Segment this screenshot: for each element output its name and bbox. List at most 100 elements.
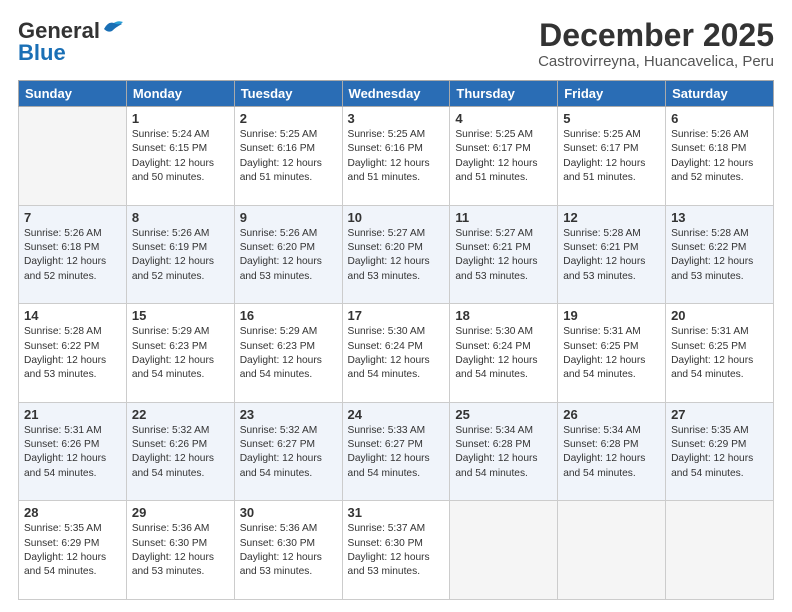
day-number: 24 — [348, 407, 445, 422]
table-row: 21 Sunrise: 5:31 AM Sunset: 6:26 PM Dayli… — [19, 402, 127, 501]
day-number: 26 — [563, 407, 660, 422]
day-number: 5 — [563, 111, 660, 126]
table-row: 8 Sunrise: 5:26 AM Sunset: 6:19 PM Daylig… — [126, 205, 234, 304]
table-row: 26 Sunrise: 5:34 AM Sunset: 6:28 PM Dayli… — [558, 402, 666, 501]
table-row: 23Sunrise: 5:32 AM Sunset: 6:27 PM Dayli… — [234, 402, 342, 501]
title-block: December 2025 Castrovirreyna, Huancaveli… — [538, 18, 774, 70]
day-number: 22 — [132, 407, 229, 422]
cell-detail: Sunrise: 5:27 AM Sunset: 6:21 PM Dayligh… — [455, 227, 552, 284]
day-number: 20 — [671, 308, 768, 323]
month-title: December 2025 — [538, 18, 774, 53]
cell-detail: Sunrise: 5:28 AM Sunset: 6:22 PM Dayligh… — [24, 325, 121, 382]
table-row: 20Sunrise: 5:31 AM Sunset: 6:25 PM Dayli… — [666, 304, 774, 403]
table-row: 15 Sunrise: 5:29 AM Sunset: 6:23 PM Dayli… — [126, 304, 234, 403]
day-number: 18 — [455, 308, 552, 323]
col-monday: Monday — [126, 81, 234, 107]
table-row: 14 Sunrise: 5:28 AM Sunset: 6:22 PM Dayli… — [19, 304, 127, 403]
cell-detail: Sunrise: 5:25 AM Sunset: 6:16 PM Dayligh… — [348, 128, 445, 185]
col-wednesday: Wednesday — [342, 81, 450, 107]
cell-detail: Sunrise: 5:37 AM Sunset: 6:30 PM Dayligh… — [348, 522, 445, 579]
col-thursday: Thursday — [450, 81, 558, 107]
day-number: 16 — [240, 308, 337, 323]
cell-detail: Sunrise: 5:35 AM Sunset: 6:29 PM Dayligh… — [671, 424, 768, 481]
table-row — [19, 107, 127, 206]
cell-detail: Sunrise: 5:26 AM Sunset: 6:18 PM Dayligh… — [671, 128, 768, 185]
table-row: 9 Sunrise: 5:26 AM Sunset: 6:20 PM Daylig… — [234, 205, 342, 304]
cell-detail: Sunrise: 5:31 AM Sunset: 6:26 PM Dayligh… — [24, 424, 121, 481]
table-row: 5 Sunrise: 5:25 AM Sunset: 6:17 PM Daylig… — [558, 107, 666, 206]
table-row: 12Sunrise: 5:28 AM Sunset: 6:21 PM Dayli… — [558, 205, 666, 304]
cell-detail: Sunrise: 5:27 AM Sunset: 6:20 PM Dayligh… — [348, 227, 445, 284]
table-row: 27 Sunrise: 5:35 AM Sunset: 6:29 PM Dayli… — [666, 402, 774, 501]
cell-detail: Sunrise: 5:26 AM Sunset: 6:19 PM Dayligh… — [132, 227, 229, 284]
day-number: 28 — [24, 505, 121, 520]
day-number: 25 — [455, 407, 552, 422]
cell-detail: Sunrise: 5:25 AM Sunset: 6:16 PM Dayligh… — [240, 128, 337, 185]
cell-detail: Sunrise: 5:28 AM Sunset: 6:22 PM Dayligh… — [671, 227, 768, 284]
table-row: 3Sunrise: 5:25 AM Sunset: 6:16 PM Daylig… — [342, 107, 450, 206]
table-row: 24 Sunrise: 5:33 AM Sunset: 6:27 PM Dayli… — [342, 402, 450, 501]
table-row: 18 Sunrise: 5:30 AM Sunset: 6:24 PM Dayli… — [450, 304, 558, 403]
day-number: 19 — [563, 308, 660, 323]
day-number: 9 — [240, 210, 337, 225]
logo: General Blue — [18, 18, 124, 66]
day-number: 14 — [24, 308, 121, 323]
day-number: 8 — [132, 210, 229, 225]
logo-blue: Blue — [18, 40, 66, 66]
day-number: 27 — [671, 407, 768, 422]
cell-detail: Sunrise: 5:29 AM Sunset: 6:23 PM Dayligh… — [240, 325, 337, 382]
day-number: 29 — [132, 505, 229, 520]
table-row: 19 Sunrise: 5:31 AM Sunset: 6:25 PM Dayli… — [558, 304, 666, 403]
table-row — [558, 501, 666, 600]
cell-detail: Sunrise: 5:25 AM Sunset: 6:17 PM Dayligh… — [455, 128, 552, 185]
cell-detail: Sunrise: 5:32 AM Sunset: 6:26 PM Dayligh… — [132, 424, 229, 481]
day-number: 23 — [240, 407, 337, 422]
table-row: 30Sunrise: 5:36 AM Sunset: 6:30 PM Dayli… — [234, 501, 342, 600]
table-row: 10 Sunrise: 5:27 AM Sunset: 6:20 PM Dayli… — [342, 205, 450, 304]
cell-detail: Sunrise: 5:33 AM Sunset: 6:27 PM Dayligh… — [348, 424, 445, 481]
cell-detail: Sunrise: 5:26 AM Sunset: 6:20 PM Dayligh… — [240, 227, 337, 284]
col-tuesday: Tuesday — [234, 81, 342, 107]
table-row: 22 Sunrise: 5:32 AM Sunset: 6:26 PM Dayli… — [126, 402, 234, 501]
day-number: 10 — [348, 210, 445, 225]
table-row: 6 Sunrise: 5:26 AM Sunset: 6:18 PM Daylig… — [666, 107, 774, 206]
day-number: 15 — [132, 308, 229, 323]
table-row: 25Sunrise: 5:34 AM Sunset: 6:28 PM Dayli… — [450, 402, 558, 501]
day-number: 7 — [24, 210, 121, 225]
calendar: Sunday Monday Tuesday Wednesday Thursday… — [18, 80, 774, 600]
cell-detail: Sunrise: 5:26 AM Sunset: 6:18 PM Dayligh… — [24, 227, 121, 284]
cell-detail: Sunrise: 5:30 AM Sunset: 6:24 PM Dayligh… — [455, 325, 552, 382]
day-number: 2 — [240, 111, 337, 126]
cell-detail: Sunrise: 5:25 AM Sunset: 6:17 PM Dayligh… — [563, 128, 660, 185]
cell-detail: Sunrise: 5:31 AM Sunset: 6:25 PM Dayligh… — [563, 325, 660, 382]
cell-detail: Sunrise: 5:36 AM Sunset: 6:30 PM Dayligh… — [240, 522, 337, 579]
cell-detail: Sunrise: 5:24 AM Sunset: 6:15 PM Dayligh… — [132, 128, 229, 185]
day-number: 4 — [455, 111, 552, 126]
page: General Blue December 2025 Castrovirreyn… — [0, 0, 792, 612]
cell-detail: Sunrise: 5:36 AM Sunset: 6:30 PM Dayligh… — [132, 522, 229, 579]
table-row: 28Sunrise: 5:35 AM Sunset: 6:29 PM Dayli… — [19, 501, 127, 600]
cell-detail: Sunrise: 5:28 AM Sunset: 6:21 PM Dayligh… — [563, 227, 660, 284]
cell-detail: Sunrise: 5:29 AM Sunset: 6:23 PM Dayligh… — [132, 325, 229, 382]
table-row: 17 Sunrise: 5:30 AM Sunset: 6:24 PM Dayli… — [342, 304, 450, 403]
day-number: 17 — [348, 308, 445, 323]
day-number: 11 — [455, 210, 552, 225]
day-number: 6 — [671, 111, 768, 126]
header: General Blue December 2025 Castrovirreyn… — [18, 18, 774, 70]
table-row: 31Sunrise: 5:37 AM Sunset: 6:30 PM Dayli… — [342, 501, 450, 600]
table-row: 1 Sunrise: 5:24 AM Sunset: 6:15 PM Daylig… — [126, 107, 234, 206]
col-saturday: Saturday — [666, 81, 774, 107]
cell-detail: Sunrise: 5:34 AM Sunset: 6:28 PM Dayligh… — [563, 424, 660, 481]
cell-detail: Sunrise: 5:30 AM Sunset: 6:24 PM Dayligh… — [348, 325, 445, 382]
logo-bird-icon — [102, 19, 124, 37]
table-row: 16 Sunrise: 5:29 AM Sunset: 6:23 PM Dayli… — [234, 304, 342, 403]
table-row: 11 Sunrise: 5:27 AM Sunset: 6:21 PM Dayli… — [450, 205, 558, 304]
calendar-week-row: 14 Sunrise: 5:28 AM Sunset: 6:22 PM Dayli… — [19, 304, 774, 403]
col-sunday: Sunday — [19, 81, 127, 107]
calendar-week-row: 7 Sunrise: 5:26 AM Sunset: 6:18 PM Daylig… — [19, 205, 774, 304]
day-number: 21 — [24, 407, 121, 422]
table-row — [450, 501, 558, 600]
day-number: 1 — [132, 111, 229, 126]
calendar-header-row: Sunday Monday Tuesday Wednesday Thursday… — [19, 81, 774, 107]
table-row: 2 Sunrise: 5:25 AM Sunset: 6:16 PM Daylig… — [234, 107, 342, 206]
